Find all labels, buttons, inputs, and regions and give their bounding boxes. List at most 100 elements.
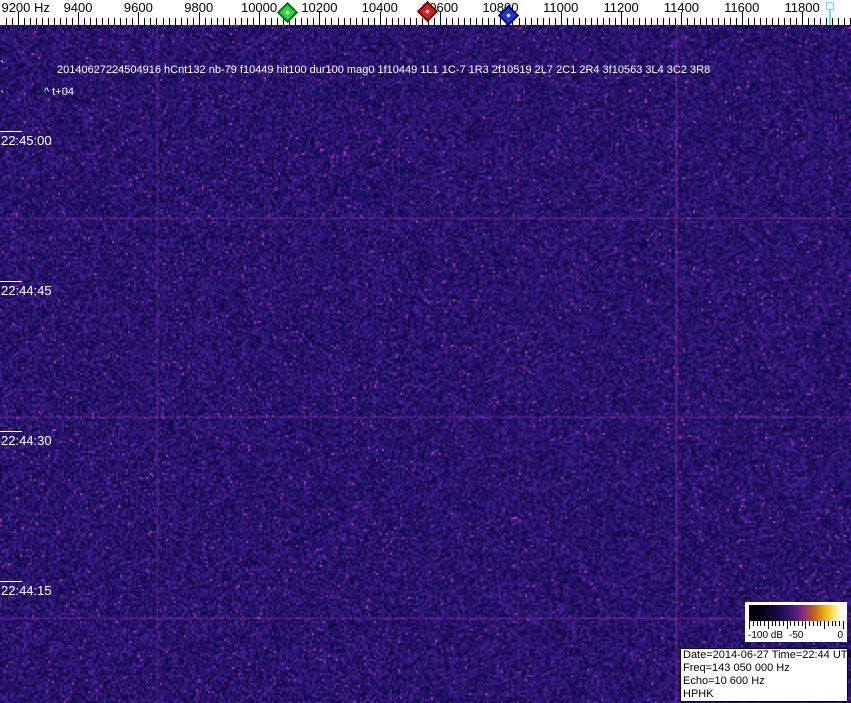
legend-tick (798, 621, 799, 626)
ruler-label: 11400 (664, 0, 699, 15)
legend-tick (749, 621, 750, 629)
ruler-tick (826, 18, 827, 25)
ruler-tick (156, 18, 157, 25)
legend-tick (817, 621, 818, 626)
ruler-tick (175, 18, 176, 25)
ruler-tick (392, 18, 393, 25)
ruler-tick (356, 18, 357, 25)
ruler-tick (42, 18, 43, 25)
ruler-tick (169, 18, 170, 25)
ruler-tick (150, 18, 151, 25)
legend-tick (757, 621, 758, 626)
cyan-cursor-marker-line (829, 9, 831, 25)
legend-tick (828, 621, 829, 626)
ruler-tick (84, 18, 85, 25)
ruler-tick (229, 18, 230, 25)
ruler-tick (66, 18, 67, 25)
info-station: HPHK (683, 688, 847, 701)
station-info-box: Date=2014-06-27 Time=22:44 UTC Freq=143 … (680, 648, 848, 702)
ruler-tick (338, 18, 339, 25)
time-tick (0, 281, 22, 282)
ruler-tick (748, 18, 749, 25)
info-echo: Echo=10 600 Hz (683, 675, 847, 688)
ruler-tick (712, 18, 713, 25)
ruler-tick (362, 18, 363, 25)
ruler-tick (579, 18, 580, 25)
info-frequency: Freq=143 050 000 Hz (683, 662, 847, 675)
legend-tick (809, 621, 810, 626)
ruler-tick (754, 18, 755, 25)
ruler-tick (531, 18, 532, 25)
ruler-tick (253, 18, 254, 25)
legend-tick (835, 621, 836, 626)
ruler-tick (434, 18, 435, 25)
ruler-tick (603, 18, 604, 25)
ruler-tick (736, 18, 737, 25)
ruler-tick (54, 18, 55, 25)
ruler-tick (205, 18, 206, 25)
legend-tick (779, 621, 780, 626)
ruler-tick (235, 18, 236, 25)
ruler-tick (627, 18, 628, 25)
ruler-tick (187, 18, 188, 25)
ruler-label: 11200 (604, 0, 639, 15)
legend-tick (832, 621, 833, 626)
ruler-tick (265, 18, 266, 25)
ruler-tick (446, 18, 447, 25)
ruler-tick (277, 18, 278, 25)
time-tick (0, 131, 22, 132)
ruler-tick (108, 18, 109, 25)
colour-gradient-bar (749, 605, 843, 621)
time-label: 22:45:00 (1, 133, 52, 148)
ruler-tick (808, 18, 809, 25)
legend-tick (813, 621, 814, 626)
ruler-tick (766, 18, 767, 25)
legend-tick (820, 621, 821, 626)
ruler-tick (295, 18, 296, 25)
time-label: 22:44:15 (1, 583, 52, 598)
ruler-tick (700, 18, 701, 25)
ruler-tick (537, 18, 538, 25)
ruler-tick (452, 18, 453, 25)
ruler-tick (193, 18, 194, 25)
ruler-tick (525, 18, 526, 25)
time-label: 22:44:45 (1, 283, 52, 298)
ruler-tick (482, 18, 483, 25)
legend-tick (839, 621, 840, 626)
ruler-tick (163, 18, 164, 25)
ruler-tick (772, 18, 773, 25)
ruler-tick (398, 18, 399, 25)
ruler-tick (90, 18, 91, 25)
ruler-tick (422, 18, 423, 25)
ruler-tick (519, 18, 520, 25)
ruler-tick (609, 18, 610, 25)
ruler-tick (669, 18, 670, 25)
ruler-tick (760, 18, 761, 25)
ruler-tick (404, 18, 405, 25)
ruler-tick (494, 18, 495, 25)
legend-label-max: 0 (837, 630, 843, 641)
legend-tick (764, 621, 765, 626)
ruler-tick (72, 18, 73, 25)
ruler-tick (368, 18, 369, 25)
ruler-tick (30, 18, 31, 25)
ruler-tick (706, 18, 707, 25)
ruler-tick (597, 18, 598, 25)
colour-scale-ticks (749, 621, 844, 630)
ruler-tick (639, 18, 640, 25)
ruler-tick (730, 18, 731, 25)
green-diamond-marker-core (285, 10, 289, 14)
ruler-tick (844, 18, 845, 25)
ruler-label: 11000 (543, 0, 578, 15)
ruler-label: 10400 (362, 0, 398, 15)
ruler-label: 9600 (124, 0, 153, 15)
ruler-tick (313, 18, 314, 25)
ruler-tick (675, 18, 676, 25)
legend-tick (772, 621, 773, 626)
ruler-tick (555, 18, 556, 25)
ruler-tick (60, 18, 61, 25)
colour-scale-legend: -100 dB -50 0 (745, 602, 847, 642)
ruler-tick (271, 18, 272, 25)
ruler-tick (724, 18, 725, 25)
edge-mark-bottom: ` (0, 88, 4, 103)
